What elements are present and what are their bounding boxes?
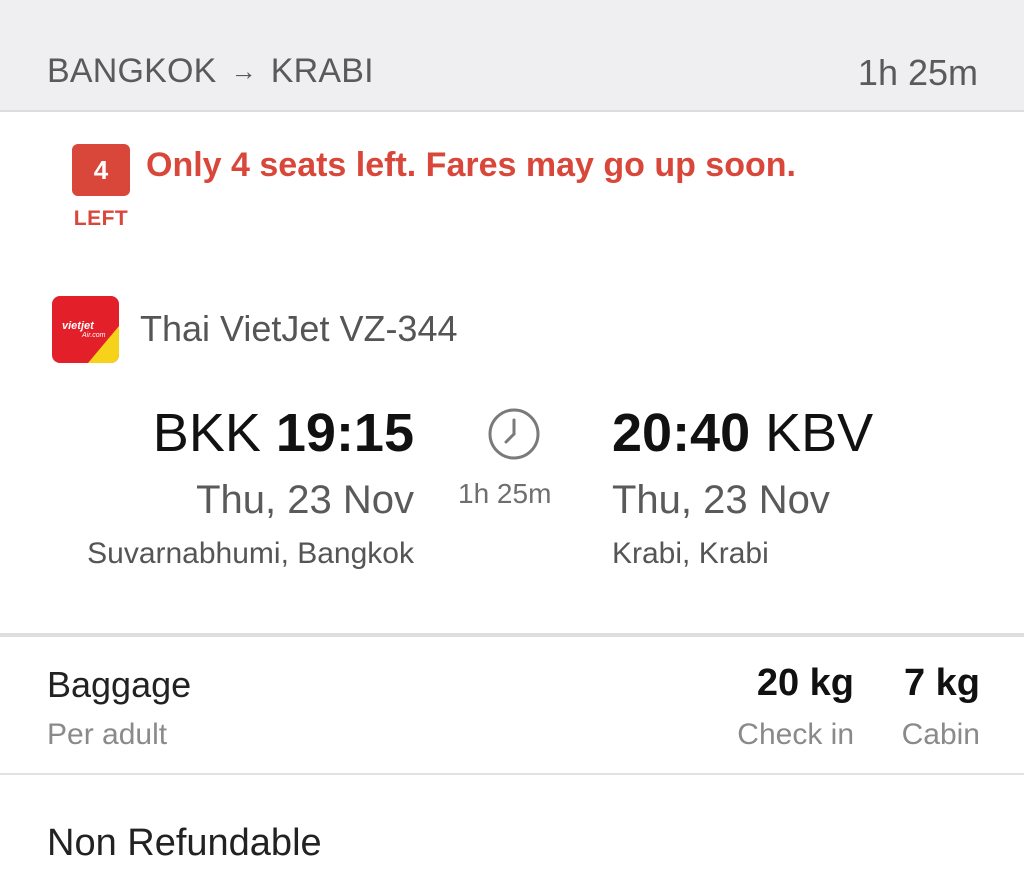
cabin-baggage-value: 7 kg xyxy=(903,662,980,704)
origin-city: BANGKOK xyxy=(47,52,217,90)
route-header: BANGKOK → KRABI 1h 25m xyxy=(0,0,1024,112)
section-divider xyxy=(0,633,1024,637)
departure-date: Thu, 23 Nov xyxy=(196,478,414,522)
departure-time-row: BKK 19:15 xyxy=(153,402,414,464)
vietjet-logo-icon: vietjet Air.com xyxy=(52,296,119,363)
logo-text-top: vietjet xyxy=(62,320,95,332)
departure-time: 19:15 xyxy=(275,403,414,463)
clock-icon xyxy=(487,407,541,461)
baggage-title: Baggage xyxy=(47,664,192,705)
refund-policy: Non Refundable xyxy=(47,822,322,864)
departure-code: BKK xyxy=(152,403,261,463)
route-title: BANGKOK → KRABI xyxy=(47,52,374,91)
checkin-baggage-value: 20 kg xyxy=(756,662,854,704)
flight-duration: 1h 25m xyxy=(458,478,552,509)
logo-text-bottom: Air.com xyxy=(81,332,106,339)
arrival-time-row: 20:40 KBV xyxy=(612,402,873,464)
departure-airport: Suvarnabhumi, Bangkok xyxy=(87,537,414,570)
section-divider xyxy=(0,773,1024,775)
airline-flight-name: Thai VietJet VZ-344 xyxy=(140,308,458,349)
route-arrow-icon: → xyxy=(230,56,257,86)
seats-warning-message: Only 4 seats left. Fares may go up soon. xyxy=(146,146,796,184)
destination-city: KRABI xyxy=(270,52,374,90)
arrival-code: KBV xyxy=(765,403,874,463)
checkin-baggage-label: Check in xyxy=(737,718,854,751)
route-duration: 1h 25m xyxy=(857,52,978,93)
seats-left-badge: 4 xyxy=(72,144,130,196)
baggage-subtitle: Per adult xyxy=(47,718,168,751)
arrival-airport: Krabi, Krabi xyxy=(612,537,769,570)
arrival-time: 20:40 xyxy=(612,403,751,463)
arrival-date: Thu, 23 Nov xyxy=(612,478,830,522)
cabin-baggage-label: Cabin xyxy=(901,718,980,751)
seats-left-label: LEFT xyxy=(73,207,129,230)
